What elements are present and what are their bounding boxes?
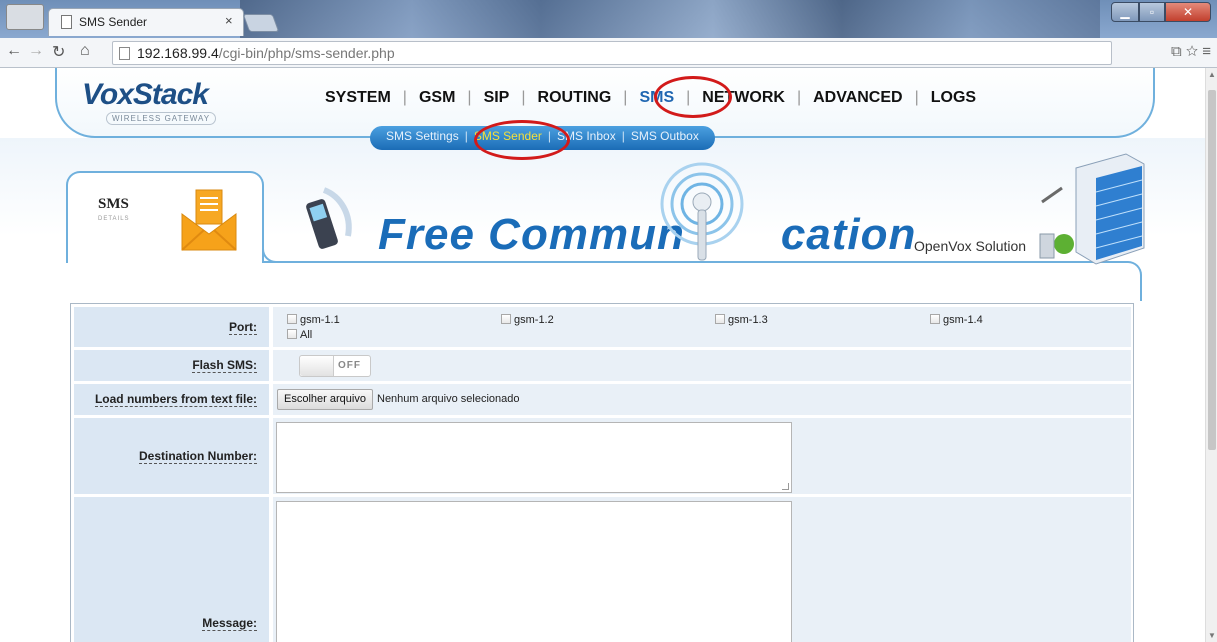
nav-routing[interactable]: ROUTING: [538, 89, 612, 107]
destination-number-textarea[interactable]: [276, 422, 792, 493]
port-option-gsm-1-2[interactable]: gsm-1.2: [501, 314, 554, 326]
tab-title: SMS Sender: [79, 15, 148, 29]
slogan-part-1: Free Commun: [378, 210, 685, 259]
window-controls: ▁ ▫ ✕: [1111, 2, 1211, 22]
main-nav: SYSTEM | GSM | SIP | ROUTING | SMS | NETWORK |…: [325, 89, 977, 107]
tab-close-icon[interactable]: ×: [225, 13, 233, 28]
url-host: 192.168.99.4: [137, 45, 219, 61]
highlight-circle-sms: [654, 76, 732, 118]
nav-advanced[interactable]: ADVANCED: [813, 89, 902, 107]
slogan-part-2: cation: [780, 210, 917, 259]
flash-sms-toggle[interactable]: OFF: [299, 355, 371, 377]
logo-subtitle: WIRELESS GATEWAY: [106, 112, 217, 125]
section-subtitle: DETAILS: [98, 216, 130, 222]
address-bar[interactable]: 192.168.99.4/cgi-bin/php/sms-sender.php: [112, 41, 1112, 65]
phone-icon: [306, 187, 352, 249]
flash-sms-label: Flash SMS:: [74, 350, 269, 381]
banner-frame-left: [262, 228, 282, 263]
company-name: OpenVox Solution: [914, 238, 1027, 254]
slogan: Free Commun cation: [378, 210, 916, 260]
port-option-gsm-1-4[interactable]: gsm-1.4: [930, 314, 983, 326]
toggle-knob[interactable]: [300, 356, 334, 376]
home-icon[interactable]: ⌂: [80, 42, 90, 60]
port-label: Port:: [74, 307, 269, 347]
web-page: VoxStack WIRELESS GATEWAY SYSTEM | GSM | S…: [0, 68, 1205, 642]
browser-tab[interactable]: SMS Sender ×: [48, 8, 244, 36]
checkbox-gsm-1-2[interactable]: [501, 314, 511, 324]
close-window-button[interactable]: ✕: [1165, 2, 1211, 22]
destination-label: Destination Number:: [74, 418, 269, 494]
back-icon[interactable]: ←: [6, 42, 22, 60]
desktop-background: [240, 0, 1100, 38]
nav-sip[interactable]: SIP: [484, 89, 510, 107]
port-option-gsm-1-1[interactable]: gsm-1.1: [287, 314, 340, 326]
profile-icon[interactable]: [6, 4, 44, 30]
highlight-circle-sms-sender: [474, 120, 570, 160]
window-titlebar: SMS Sender × ▁ ▫ ✕: [0, 0, 1217, 38]
port-option-all[interactable]: All: [287, 329, 312, 341]
nav-logs[interactable]: LOGS: [931, 89, 976, 107]
sms-sender-form: Port: gsm-1.1 gsm-1.2 gsm-1.3 gsm-1.4 Al…: [70, 303, 1134, 642]
resize-handle-icon[interactable]: [782, 483, 789, 490]
subnav-sms-settings[interactable]: SMS Settings: [386, 129, 459, 150]
minimize-button[interactable]: ▁: [1111, 2, 1139, 22]
page-icon: [119, 47, 130, 60]
load-file-label: Load numbers from text file:: [74, 384, 269, 415]
logo[interactable]: VoxStack: [82, 78, 209, 112]
message-row: Message:: [74, 497, 1131, 642]
nav-system[interactable]: SYSTEM: [325, 89, 391, 107]
scroll-up-icon[interactable]: ▲: [1208, 70, 1216, 79]
page-icon: [61, 15, 72, 29]
choose-file-button[interactable]: Escolher arquivo: [277, 389, 373, 410]
forward-icon[interactable]: →: [28, 42, 44, 60]
url-path: /cgi-bin/php/sms-sender.php: [218, 45, 395, 61]
port-row: Port: gsm-1.1 gsm-1.2 gsm-1.3 gsm-1.4 Al…: [74, 307, 1131, 347]
checkbox-gsm-1-4[interactable]: [930, 314, 940, 324]
section-title: SMS: [98, 196, 129, 212]
envelope-icon: [181, 189, 237, 251]
destination-row: Destination Number:: [74, 418, 1131, 494]
port-option-gsm-1-3[interactable]: gsm-1.3: [715, 314, 768, 326]
checkbox-gsm-1-1[interactable]: [287, 314, 297, 324]
maximize-button[interactable]: ▫: [1139, 2, 1165, 22]
new-tab-button[interactable]: [242, 14, 280, 32]
subnav-sms-outbox[interactable]: SMS Outbox: [631, 129, 699, 150]
scrollbar-thumb[interactable]: [1208, 90, 1216, 450]
antenna-icon: [660, 162, 744, 261]
banner-frame: [262, 261, 1142, 301]
load-file-row: Load numbers from text file: Escolher ar…: [74, 384, 1131, 415]
scroll-down-icon[interactable]: ▼: [1208, 631, 1216, 640]
flash-sms-row: Flash SMS: OFF: [74, 350, 1131, 381]
browser-toolbar: ← → ↻ ⌂ 192.168.99.4/cgi-bin/php/sms-sen…: [0, 38, 1217, 68]
message-textarea[interactable]: [276, 501, 792, 642]
reload-icon[interactable]: ↻: [52, 42, 65, 62]
toggle-state: OFF: [338, 360, 361, 371]
file-status: Nenhum arquivo selecionado: [377, 393, 520, 405]
message-label: Message:: [74, 497, 269, 642]
page-scrollbar[interactable]: ▲ ▼: [1205, 68, 1217, 642]
checkbox-gsm-1-3[interactable]: [715, 314, 725, 324]
checkbox-all[interactable]: [287, 329, 297, 339]
port-options: gsm-1.1 gsm-1.2 gsm-1.3 gsm-1.4 All: [273, 307, 1131, 347]
browser-menu-icons[interactable]: ⧉ ☆ ≡: [1171, 43, 1211, 60]
building-icon: [1039, 153, 1145, 265]
nav-gsm[interactable]: GSM: [419, 89, 455, 107]
